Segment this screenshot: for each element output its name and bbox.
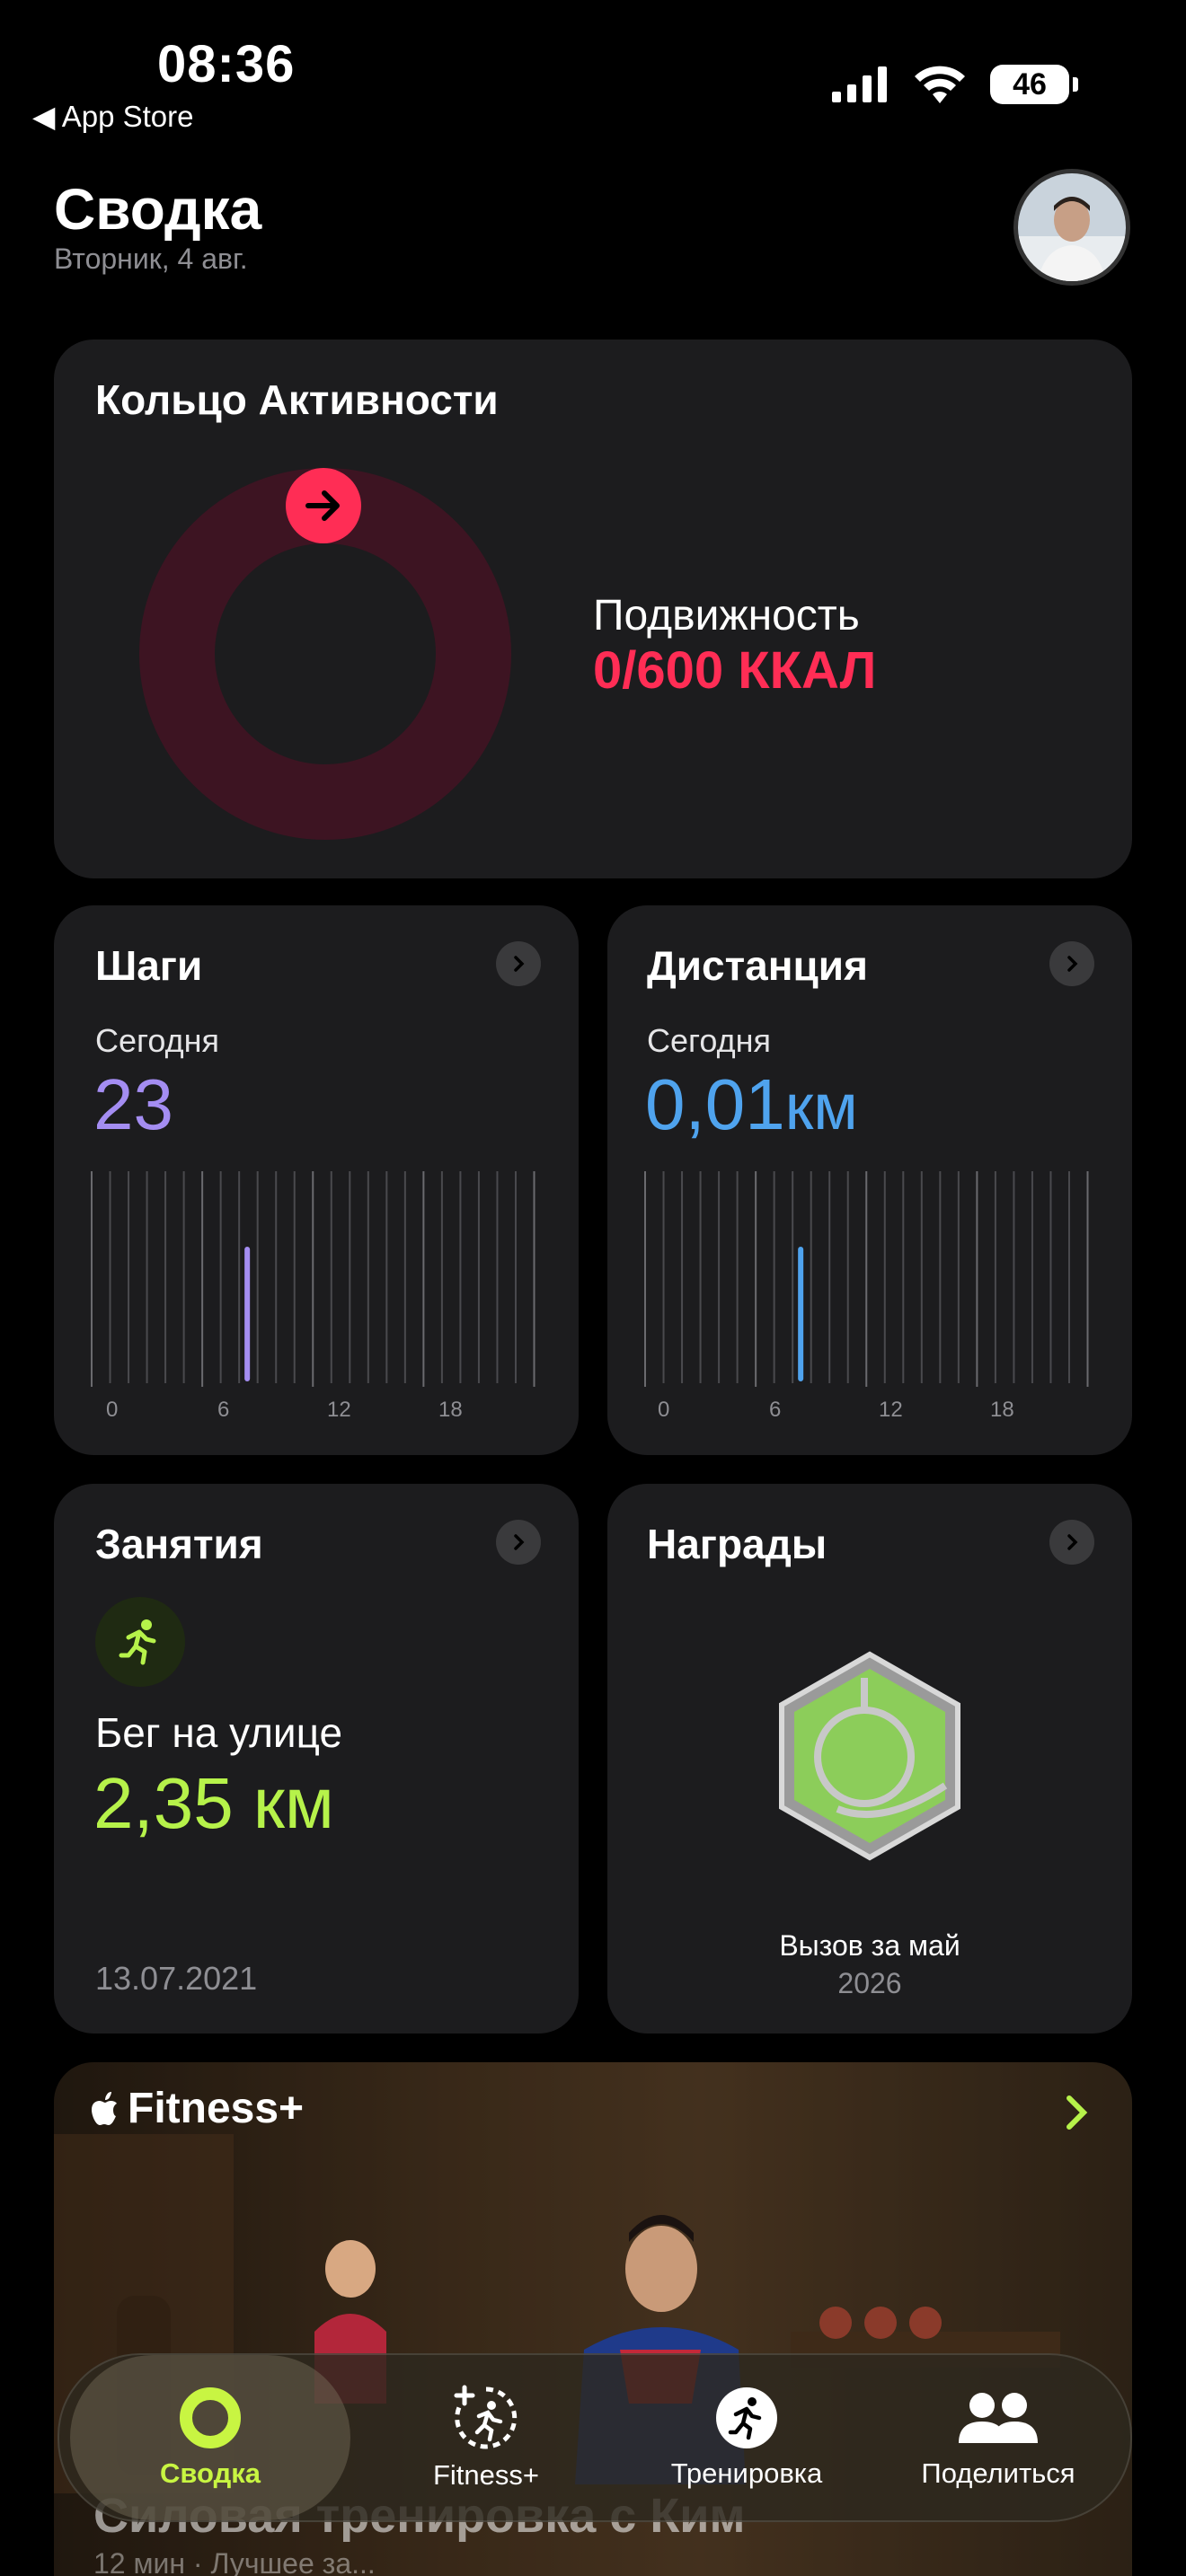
workout-distance: 2,35 км xyxy=(93,1763,334,1843)
move-label: Подвижность xyxy=(593,592,860,640)
activity-card-title: Кольцо Активности xyxy=(95,376,499,423)
status-time: 08:36 xyxy=(157,35,296,93)
people-icon xyxy=(959,2393,1038,2443)
workouts-card[interactable]: Занятия Бег на улице 2,35 км 13.07.2021 xyxy=(54,1484,579,2033)
profile-avatar[interactable] xyxy=(1013,169,1130,286)
fitness-plus-icon xyxy=(454,2385,518,2449)
tab-share[interactable]: Поделиться xyxy=(877,2355,1120,2520)
steps-axis-18: 18 xyxy=(438,1398,463,1422)
distance-axis-12: 12 xyxy=(879,1398,903,1422)
distance-title: Дистанция xyxy=(647,942,868,989)
move-value: 0/600 ККАЛ xyxy=(593,641,877,700)
ring-icon xyxy=(180,2387,241,2448)
hourly-bar xyxy=(798,1247,804,1381)
steps-axis-12: 12 xyxy=(327,1398,351,1422)
page-date: Вторник, 4 авг. xyxy=(54,243,248,275)
tab-fitness-plus-label: Fitness+ xyxy=(432,2459,540,2491)
steps-period: Сегодня xyxy=(95,1022,219,1059)
battery-tip xyxy=(1073,77,1078,92)
tab-summary-label: Сводка xyxy=(160,2457,261,2489)
tab-fitness-plus[interactable]: Fitness+ xyxy=(356,2355,616,2520)
distance-period: Сегодня xyxy=(647,1022,771,1059)
distance-axis-0: 0 xyxy=(658,1398,670,1422)
awards-title: Награды xyxy=(647,1521,828,1567)
steps-title: Шаги xyxy=(95,942,203,989)
workout-name: Бег на улице xyxy=(95,1709,343,1756)
distance-axis-18: 18 xyxy=(990,1398,1014,1422)
workouts-chevron-icon[interactable] xyxy=(496,1520,541,1565)
workouts-title: Занятия xyxy=(95,1521,263,1567)
hourly-bar xyxy=(244,1247,251,1381)
running-icon xyxy=(95,1597,185,1687)
steps-axis-6: 6 xyxy=(217,1398,230,1422)
battery-indicator: 46 xyxy=(990,65,1069,104)
tab-bar: Сводка Fitness+ Тренировка Поделиться xyxy=(58,2353,1132,2522)
steps-chevron-icon[interactable] xyxy=(496,941,541,986)
awards-card[interactable]: Награды Вызов за май 2026 xyxy=(607,1484,1132,2033)
distance-number: 0,01 xyxy=(645,1064,785,1144)
distance-hourly-chart xyxy=(644,1171,1089,1387)
award-badge-icon xyxy=(779,1651,960,1861)
tab-workout-label: Тренировка xyxy=(670,2457,823,2489)
steps-value: 23 xyxy=(93,1064,173,1144)
steps-axis-0: 0 xyxy=(106,1398,119,1422)
award-year: 2026 xyxy=(837,1967,902,1999)
avatar-image xyxy=(1018,173,1126,281)
running-icon xyxy=(716,2387,777,2448)
wifi-icon xyxy=(915,66,965,103)
distance-value: 0,01км xyxy=(645,1063,858,1146)
ring-arrow-icon xyxy=(286,468,361,543)
fitness-plus-title: Fitness+ xyxy=(128,2085,305,2132)
back-to-app-store[interactable]: ◀ App Store xyxy=(32,99,194,134)
distance-card[interactable]: Дистанция Сегодня 0,01км 0 6 12 18 xyxy=(607,905,1132,1455)
activity-ring-card[interactable]: Кольцо Активности Подвижность 0/600 ККАЛ xyxy=(54,340,1132,878)
award-caption: Вызов за май xyxy=(779,1929,960,1962)
tab-summary[interactable]: Сводка xyxy=(70,2355,350,2520)
fitness-workout-meta: 12 мин · Лучшее за... xyxy=(93,2547,376,2576)
tab-workout[interactable]: Тренировка xyxy=(616,2355,877,2520)
distance-axis-6: 6 xyxy=(769,1398,782,1422)
fitness-plus-brand: Fitness+ xyxy=(90,2084,304,2133)
awards-chevron-icon[interactable] xyxy=(1049,1520,1094,1565)
cellular-signal-icon xyxy=(832,66,887,102)
steps-card[interactable]: Шаги Сегодня 23 0 6 12 18 xyxy=(54,905,579,1455)
fitness-chevron-icon[interactable] xyxy=(1064,2093,1091,2132)
status-icons: 46 xyxy=(832,65,1078,104)
steps-hourly-chart xyxy=(91,1171,535,1387)
tab-share-label: Поделиться xyxy=(921,2457,1075,2489)
page-title: Сводка xyxy=(54,177,262,242)
distance-unit: км xyxy=(784,1072,858,1143)
apple-logo-icon xyxy=(92,2091,117,2125)
distance-chevron-icon[interactable] xyxy=(1049,941,1094,986)
workout-date: 13.07.2021 xyxy=(95,1960,258,1997)
